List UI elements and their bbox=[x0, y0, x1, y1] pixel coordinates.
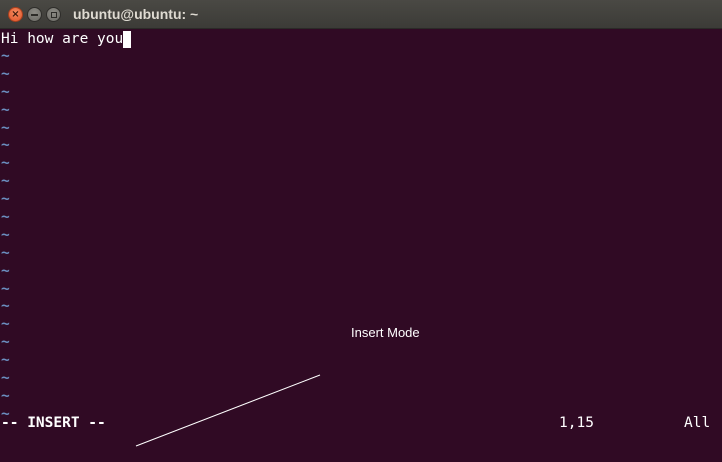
empty-line-tilde: ~ bbox=[1, 209, 10, 226]
empty-line-tilde: ~ bbox=[1, 119, 10, 136]
terminal-window: × ubuntu@ubuntu: ~ Hi how are you ~ ~ ~ ~ ~ ~… bbox=[0, 0, 722, 462]
empty-line-tilde: ~ bbox=[1, 334, 10, 351]
empty-line-tilde: ~ bbox=[1, 137, 10, 154]
cursor-position: 1,15 bbox=[559, 415, 594, 431]
minimize-icon[interactable] bbox=[27, 7, 42, 22]
window-title: ubuntu@ubuntu: ~ bbox=[73, 6, 199, 22]
empty-line-tilde: ~ bbox=[1, 244, 10, 261]
empty-line-tilde: ~ bbox=[1, 65, 10, 82]
terminal-content[interactable]: Hi how are you ~ ~ ~ ~ ~ ~ ~ ~ ~ ~ ~ ~ ~ ~ ~ ~ ~ ~ ~ ~ ~ bbox=[0, 29, 722, 462]
maximize-icon[interactable] bbox=[46, 7, 61, 22]
empty-line-tilde: ~ bbox=[1, 226, 10, 243]
empty-line-markers: ~ ~ ~ ~ ~ ~ ~ ~ ~ ~ ~ ~ ~ ~ ~ ~ ~ ~ ~ ~ ~ bbox=[1, 48, 21, 424]
empty-line-tilde: ~ bbox=[1, 316, 10, 333]
mode-indicator: -- INSERT -- bbox=[1, 415, 106, 431]
empty-line-tilde: ~ bbox=[1, 173, 10, 190]
text-cursor bbox=[123, 31, 132, 48]
scroll-indicator: All bbox=[684, 415, 711, 431]
title-bar[interactable]: × ubuntu@ubuntu: ~ bbox=[0, 0, 722, 29]
empty-line-tilde: ~ bbox=[1, 48, 10, 64]
empty-line-tilde: ~ bbox=[1, 387, 10, 404]
empty-line-tilde: ~ bbox=[1, 280, 10, 297]
buffer-text: Hi how are you bbox=[1, 31, 124, 47]
empty-line-tilde: ~ bbox=[1, 298, 10, 315]
empty-line-tilde: ~ bbox=[1, 352, 10, 369]
empty-line-tilde: ~ bbox=[1, 101, 10, 118]
annotation-label: Insert Mode bbox=[351, 325, 420, 340]
empty-line-tilde: ~ bbox=[1, 83, 10, 100]
close-icon[interactable]: × bbox=[8, 7, 23, 22]
buffer-line[interactable]: Hi how are you bbox=[1, 30, 132, 48]
empty-line-tilde: ~ bbox=[1, 262, 10, 279]
empty-line-tilde: ~ bbox=[1, 191, 10, 208]
empty-line-tilde: ~ bbox=[1, 370, 10, 387]
empty-line-tilde: ~ bbox=[1, 155, 10, 172]
